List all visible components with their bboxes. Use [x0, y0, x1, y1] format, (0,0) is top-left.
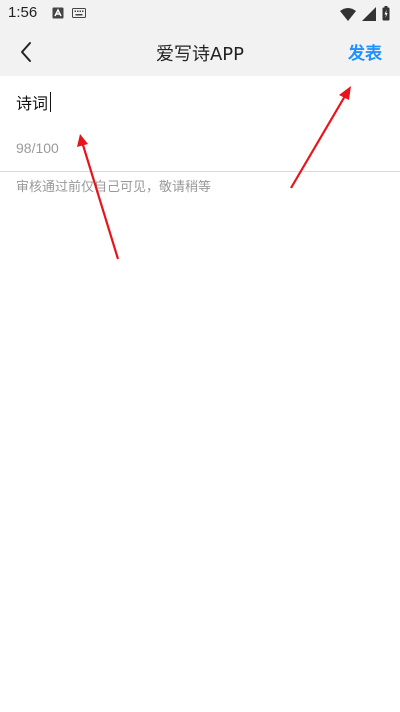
android-text-icon [52, 7, 64, 19]
signal-icon [362, 6, 376, 21]
poem-editor[interactable]: 诗词 98/100 [0, 76, 400, 171]
status-right-icons [340, 6, 390, 21]
char-counter: 98/100 [16, 140, 59, 156]
divider [0, 171, 400, 172]
review-notice: 审核通过前仅自己可见，敬请稍等 [16, 180, 212, 195]
page-title: 爱写诗APP [155, 44, 245, 65]
battery-icon [382, 6, 390, 21]
status-left-icons [52, 7, 86, 19]
poem-text: 诗词 [16, 94, 49, 113]
status-time: 1:56 [8, 4, 38, 21]
status-bar: 1:56 [0, 0, 400, 28]
poem-text-input[interactable]: 诗词 [16, 90, 52, 114]
app-header: 爱写诗APP 发表 [0, 28, 400, 76]
keyboard-icon [72, 8, 86, 18]
wifi-icon [340, 7, 356, 21]
text-caret [50, 92, 52, 112]
publish-button[interactable]: 发表 [348, 39, 382, 64]
